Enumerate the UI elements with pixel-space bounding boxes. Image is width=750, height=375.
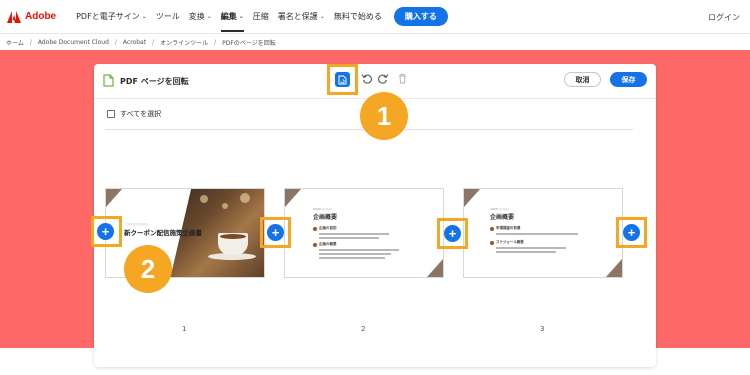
document-icon	[103, 74, 114, 87]
step-2-badge: 2	[124, 245, 172, 293]
slide-corner-decoration	[285, 189, 301, 207]
nav-item-label: ツール	[155, 12, 180, 21]
login-link[interactable]: ログイン	[708, 12, 740, 23]
nav-item-convert[interactable]: 変換 ⌄	[189, 0, 212, 34]
nav-item-edit[interactable]: 編集 ⌄	[220, 0, 244, 34]
step-1-badge: 1	[360, 92, 408, 140]
nav-item-free-start[interactable]: 無料で始める	[334, 0, 382, 34]
chevron-down-icon: ⌄	[238, 13, 244, 20]
select-all-checkbox[interactable]	[107, 110, 115, 118]
breadcrumb: ホーム / Adobe Document Cloud / Acrobat / オ…	[0, 35, 750, 50]
rotate-right-icon[interactable]	[378, 73, 389, 84]
top-navigation: Adobe PDFと電子サイン ⌄ ツール 変換 ⌄ 編集 ⌄ 圧縮 署名と保護 ⌄ 無…	[0, 0, 750, 34]
adobe-logo-icon	[7, 10, 21, 23]
text-line	[319, 233, 389, 235]
page-number: 2	[361, 325, 366, 333]
text-line	[319, 249, 399, 251]
insert-highlight	[91, 216, 122, 247]
buy-button[interactable]: 購入する	[393, 7, 448, 26]
slide-corner-decoration	[606, 259, 622, 277]
bullet-marker	[490, 241, 494, 245]
breadcrumb-current: PDFのページを回転	[222, 40, 276, 47]
nav-item-label: PDFと電子サイン	[76, 12, 140, 21]
select-all-label: すべてを選択	[120, 110, 162, 118]
text-line	[319, 253, 391, 255]
breadcrumb-separator: /	[29, 39, 32, 46]
breadcrumb-online-tools[interactable]: オンラインツール	[160, 38, 208, 47]
text-line	[319, 257, 385, 259]
bokeh-light	[240, 193, 250, 203]
bokeh-light	[222, 203, 228, 209]
adobe-brand[interactable]: Adobe	[7, 10, 57, 23]
slide-title: 新クーポン配信施策企画書	[124, 229, 202, 237]
rotate-left-icon[interactable]	[361, 73, 372, 84]
nav-item-sign-protect[interactable]: 署名と保護 ⌄	[278, 0, 325, 34]
bullet-marker	[490, 227, 494, 231]
trash-icon[interactable]	[397, 73, 408, 84]
nav-item-label: 圧縮	[252, 12, 269, 21]
slide-title: 企画概要	[313, 214, 338, 221]
bullet-marker	[313, 227, 317, 231]
page-thumbnail-2[interactable]: 2023 ○○○○ 企画概要 企画の目的 企画の概要	[284, 188, 444, 278]
slide-corner-decoration	[427, 259, 443, 277]
slide-kicker: 2023 ○○○○	[490, 207, 510, 211]
breadcrumb-home[interactable]: ホーム	[6, 38, 24, 47]
slide-kicker: 2023 ○○○○	[313, 207, 333, 211]
text-line	[319, 237, 379, 239]
nav-item-compress[interactable]: 圧縮	[253, 0, 269, 34]
breadcrumb-separator: /	[152, 39, 155, 46]
slide-title: 企画概要	[490, 214, 515, 221]
coffee-shape	[220, 234, 246, 239]
brand-name: Adobe	[25, 11, 57, 22]
insert-highlight	[437, 218, 468, 249]
chevron-down-icon: ⌄	[141, 13, 147, 20]
slide-kicker: ○○○○ ○○○○	[126, 222, 148, 226]
breadcrumb-document-cloud[interactable]: Adobe Document Cloud	[38, 39, 109, 46]
section-heading: 企画の概要	[319, 242, 337, 246]
slide-corner-decoration	[106, 189, 122, 207]
bullet-marker	[313, 243, 317, 247]
chevron-down-icon: ⌄	[319, 13, 325, 20]
bokeh-light	[200, 195, 208, 203]
insert-highlight	[260, 217, 291, 248]
breadcrumb-separator: /	[114, 39, 117, 46]
panel-title: PDF ページを回転	[120, 77, 189, 86]
cancel-button[interactable]: 取消	[564, 72, 601, 87]
breadcrumb-separator: /	[214, 39, 217, 46]
text-line	[496, 251, 556, 253]
save-button[interactable]: 保存	[610, 72, 647, 87]
section-heading: 市場調査の背景	[496, 226, 521, 230]
section-heading: 企画の目的	[319, 226, 337, 230]
breadcrumb-acrobat[interactable]: Acrobat	[123, 39, 146, 46]
slide-corner-decoration	[464, 189, 480, 207]
page-number: 3	[540, 325, 545, 333]
nav-item-label: 編集	[220, 12, 237, 21]
page-number: 1	[182, 325, 187, 333]
nav-item-pdf-esign[interactable]: PDFと電子サイン ⌄	[76, 0, 147, 34]
nav-item-label: 無料で始める	[333, 12, 382, 21]
page-thumbnail-3[interactable]: 2023 ○○○○ 企画概要 市場調査の背景 スケジュール概要	[463, 188, 623, 278]
text-line	[496, 233, 578, 235]
step-1-highlight	[327, 64, 358, 95]
chevron-down-icon: ⌄	[206, 13, 212, 20]
nav-item-label: 変換	[188, 12, 205, 21]
text-line	[496, 247, 566, 249]
insert-highlight	[616, 217, 647, 248]
nav-menu: PDFと電子サイン ⌄ ツール 変換 ⌄ 編集 ⌄ 圧縮 署名と保護 ⌄ 無料で始める …	[76, 0, 448, 34]
nav-item-label: 署名と保護	[277, 12, 318, 21]
nav-item-tools[interactable]: ツール	[156, 0, 180, 34]
section-heading: スケジュール概要	[496, 240, 524, 244]
